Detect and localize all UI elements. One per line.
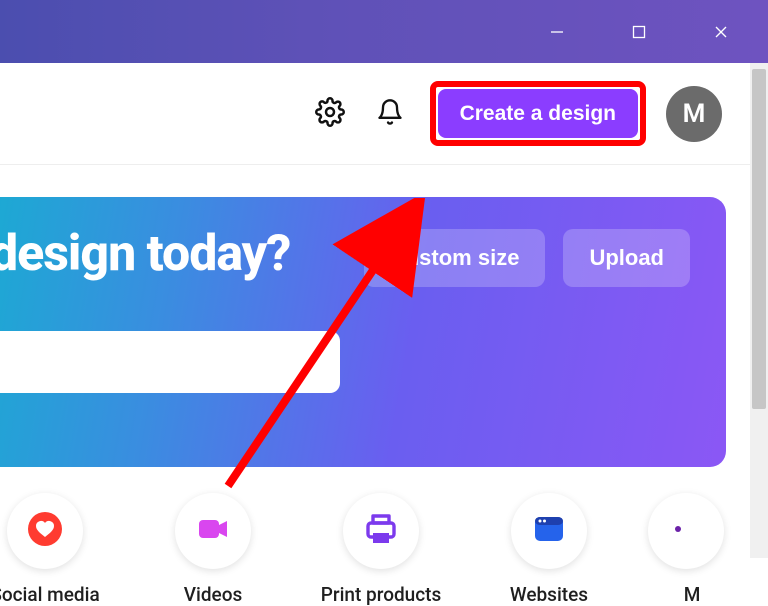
more-icon: [668, 511, 704, 551]
notifications-button[interactable]: [370, 94, 410, 134]
video-icon: [193, 509, 233, 553]
app-header: Create a design M: [0, 63, 750, 165]
category-label: M: [684, 583, 701, 606]
settings-button[interactable]: [310, 94, 350, 134]
upload-button[interactable]: Upload: [563, 229, 690, 287]
category-label: Videos: [184, 583, 243, 606]
scrollbar-thumb[interactable]: [752, 69, 766, 409]
category-label: Websites: [510, 583, 588, 606]
category-social-media[interactable]: Social media: [0, 493, 90, 606]
app-viewport: Create a design M design today? Custom s…: [0, 63, 750, 558]
custom-size-button[interactable]: Custom size: [364, 229, 546, 287]
hero-banner: design today? Custom size Upload: [0, 197, 726, 467]
maximize-button[interactable]: [616, 16, 662, 48]
category-websites[interactable]: Websites: [504, 493, 594, 606]
browser-icon: [530, 510, 568, 552]
create-design-button[interactable]: Create a design: [438, 89, 638, 138]
minimize-button[interactable]: [534, 16, 580, 48]
user-avatar[interactable]: M: [666, 86, 722, 142]
category-label: Social media: [0, 583, 100, 606]
hero-actions: Custom size Upload: [364, 229, 690, 287]
close-button[interactable]: [698, 16, 744, 48]
search-input[interactable]: [0, 331, 340, 393]
heart-icon: [24, 508, 66, 554]
category-row: Social media Videos: [0, 493, 750, 606]
gear-icon: [315, 97, 345, 131]
window-titlebar: [0, 0, 768, 63]
category-more[interactable]: M: [672, 493, 712, 606]
printer-icon: [361, 509, 401, 553]
annotation-highlight: Create a design: [430, 81, 646, 146]
scrollbar-track[interactable]: [750, 63, 768, 558]
category-videos[interactable]: Videos: [168, 493, 258, 606]
category-print-products[interactable]: Print products: [336, 493, 426, 606]
category-label: Print products: [321, 583, 442, 606]
bell-icon: [376, 98, 404, 130]
